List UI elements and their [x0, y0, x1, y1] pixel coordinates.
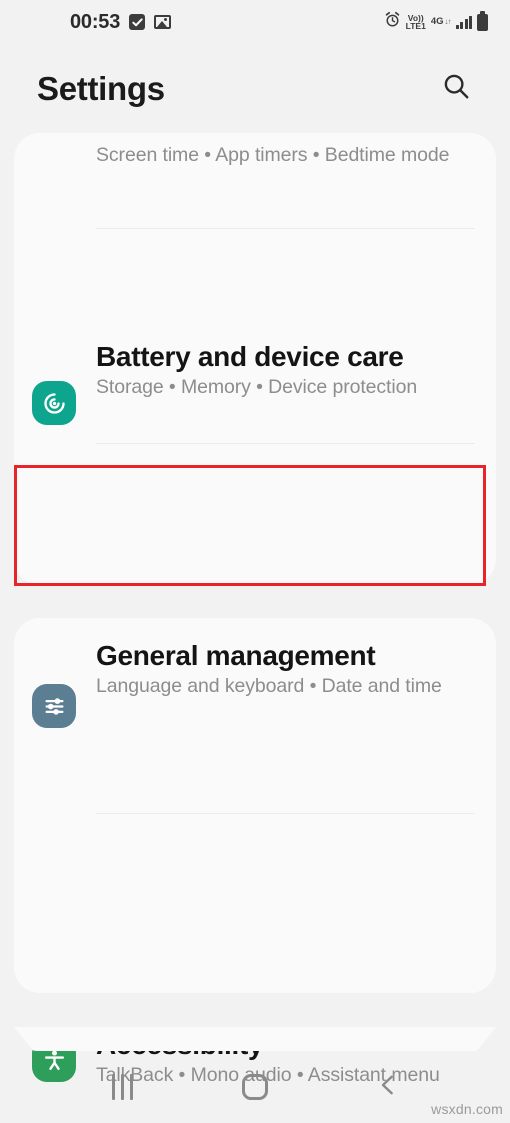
- settings-item-text: Battery and device care Storage • Memory…: [96, 341, 478, 400]
- list-divider: [96, 813, 475, 814]
- status-bar-clock: 00:53: [70, 10, 121, 33]
- search-button[interactable]: [434, 67, 478, 111]
- checkbox-notification-icon: [129, 14, 146, 30]
- volte-icon: Vo)) LTE1: [405, 12, 426, 31]
- alarm-icon: [384, 11, 401, 33]
- settings-item-digital-wellbeing[interactable]: Screen time • App timers • Bedtime mode: [14, 133, 496, 228]
- network-type-icon: 4G ↓↑: [430, 16, 452, 28]
- back-button[interactable]: [358, 1057, 418, 1117]
- sliders-icon: [32, 684, 76, 728]
- device-care-icon: [32, 381, 76, 425]
- settings-item-battery-and-device-care[interactable]: Battery and device care Storage • Memory…: [14, 323, 496, 483]
- settings-item-general-management[interactable]: General management Language and keyboard…: [14, 618, 496, 814]
- home-icon: [241, 1074, 268, 1100]
- watermark: wsxdn.com: [431, 1101, 503, 1117]
- recent-apps-button[interactable]: [92, 1057, 152, 1117]
- app-header: Settings: [0, 44, 510, 133]
- search-icon: [441, 71, 471, 106]
- page-title: Settings: [37, 69, 165, 107]
- settings-item-text: General management Language and keyboard…: [96, 640, 478, 699]
- settings-item-title: General management: [96, 640, 376, 671]
- back-icon: [375, 1072, 401, 1103]
- settings-item-title: Battery and device care: [96, 341, 404, 372]
- next-card-peek: [14, 1027, 496, 1051]
- list-divider: [96, 443, 475, 444]
- settings-scroll-area[interactable]: Screen time • App timers • Bedtime mode …: [0, 133, 510, 1086]
- recent-apps-icon: [111, 1074, 133, 1100]
- settings-item-subtitle: Language and keyboard • Date and time: [96, 674, 442, 697]
- phone-screen: 00:53 Vo)) LTE1 4G ↓↑ Settings Screen ti…: [0, 0, 510, 1123]
- list-divider: [96, 228, 475, 229]
- settings-card-1: Screen time • App timers • Bedtime mode …: [14, 133, 496, 779]
- status-bar: 00:53 Vo)) LTE1 4G ↓↑: [0, 0, 510, 44]
- settings-item-subtitle: Storage • Memory • Device protection: [96, 375, 418, 398]
- status-bar-right: Vo)) LTE1 4G ↓↑: [384, 10, 488, 33]
- data-arrows-icon: ↓↑: [444, 17, 452, 26]
- settings-item-subtitle: Screen time • App timers • Bedtime mode: [96, 144, 450, 166]
- settings-card-2: General management Language and keyboard…: [14, 618, 496, 1086]
- battery-icon: [477, 10, 488, 31]
- settings-item-text: Screen time • App timers • Bedtime mode: [96, 141, 478, 168]
- status-bar-left: 00:53: [70, 10, 172, 34]
- image-notification-icon: [154, 15, 172, 29]
- signal-bars-icon: [455, 15, 472, 29]
- home-button[interactable]: [225, 1057, 285, 1117]
